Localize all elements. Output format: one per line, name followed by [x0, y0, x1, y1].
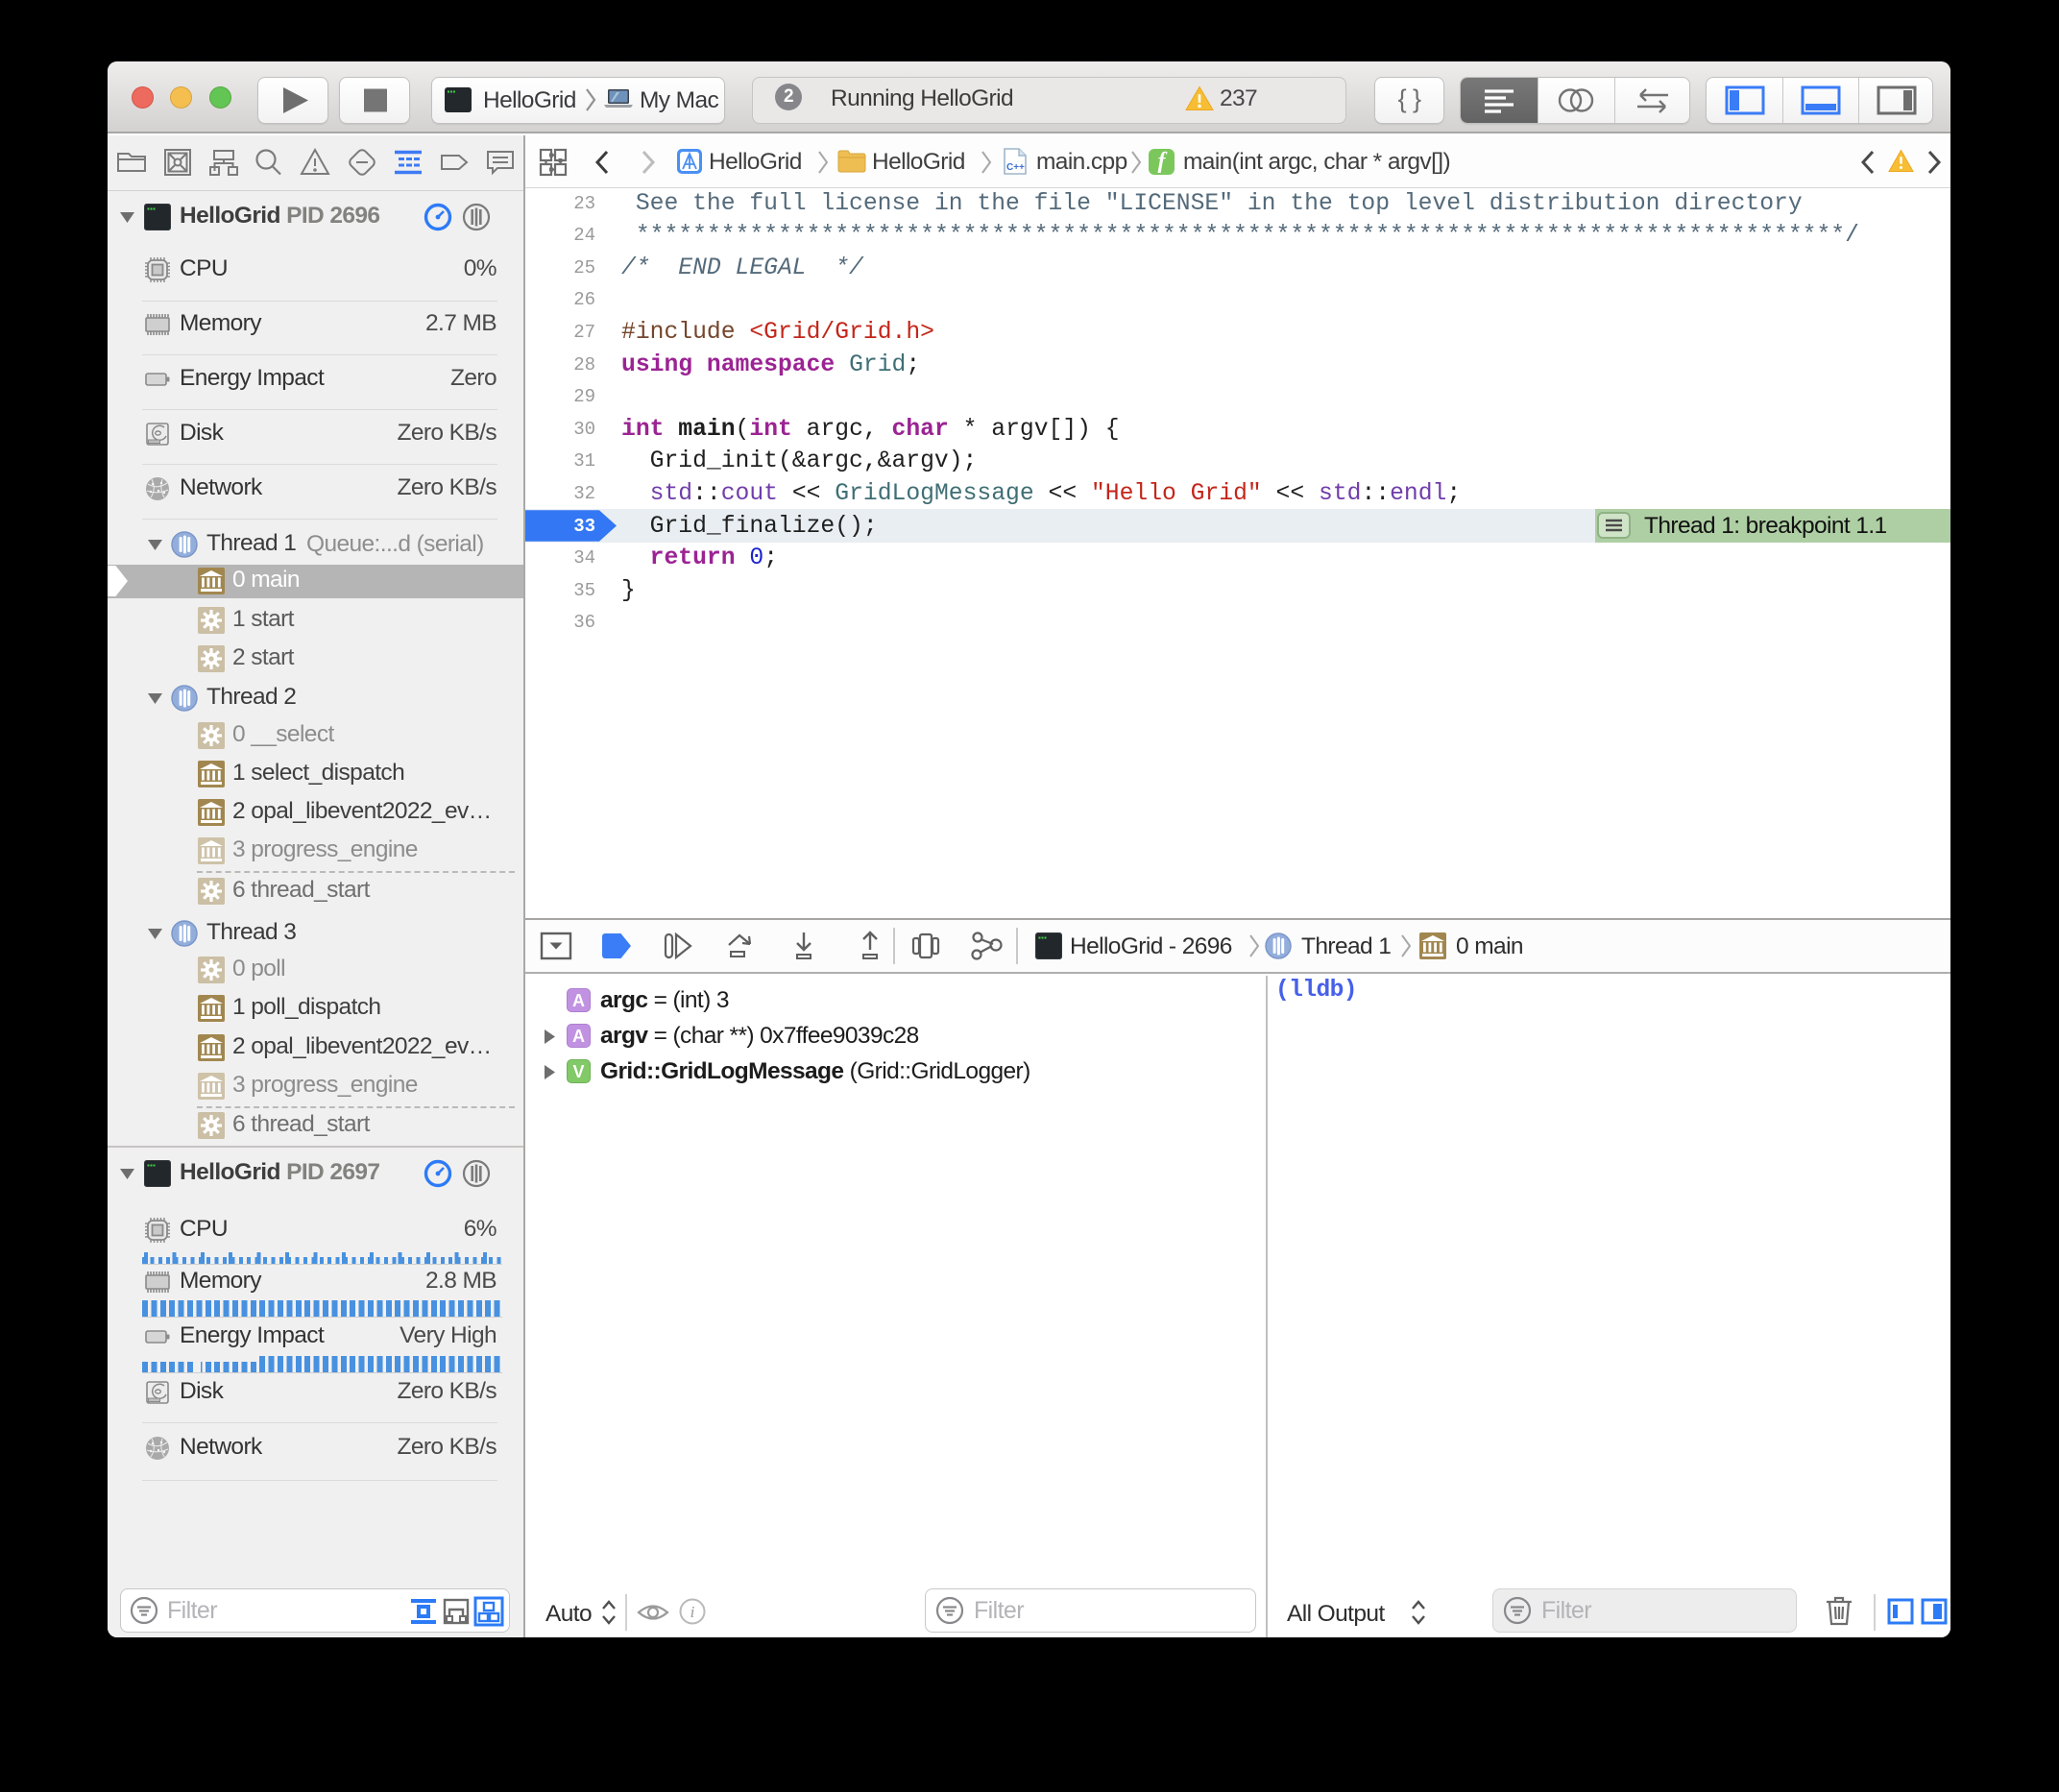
svg-text:i: i [690, 1603, 695, 1621]
svg-text:C++: C++ [1006, 162, 1025, 173]
